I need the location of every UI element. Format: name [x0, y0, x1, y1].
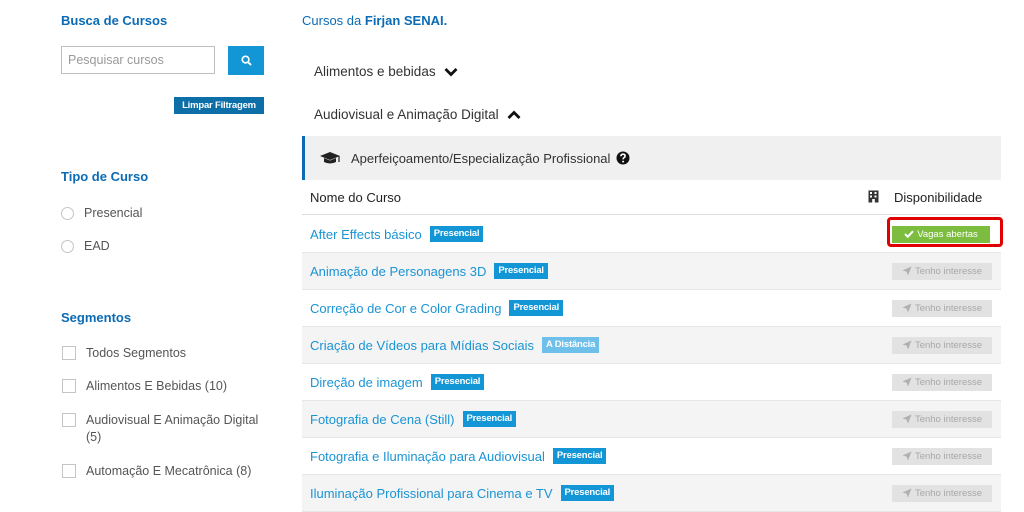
question-circle-icon[interactable]: [616, 151, 630, 165]
course-link[interactable]: Fotografia e Iluminação para Audiovisual: [310, 449, 545, 464]
button-label: Tenho interesse: [914, 302, 983, 314]
chevron-up-icon: [507, 110, 521, 120]
page-title: Cursos da Firjan SENAI.: [302, 13, 447, 28]
availability-cell: Tenho interesse: [892, 438, 996, 474]
sidebar: Busca de Cursos Limpar Filtragem Tipo de…: [0, 0, 300, 497]
category-label: Alimentos e bebidas: [314, 64, 436, 79]
modality-badge: Presencial: [429, 226, 484, 242]
search-button[interactable]: [228, 46, 264, 75]
segment-label: Alimentos E Bebidas (10): [86, 379, 228, 393]
course-link[interactable]: Direção de imagem: [310, 375, 423, 390]
button-label: Tenho interesse: [914, 265, 983, 277]
radio-label: Presencial: [84, 206, 143, 220]
interest-button[interactable]: Tenho interesse: [892, 262, 992, 280]
subcategory-header[interactable]: Aperfeiçoamento/Especialização Profissio…: [302, 136, 1001, 180]
highlight-box: [887, 217, 1003, 247]
button-label: Tenho interesse: [914, 339, 983, 351]
segment-todos[interactable]: Todos Segmentos: [62, 345, 186, 362]
table-row: Fotografia e Iluminação para Audiovisual…: [302, 438, 1001, 475]
modality-badge: Presencial: [552, 448, 607, 464]
table-row: Correção de Cor e Color Grading Presenci…: [302, 290, 1001, 327]
table-row: Animação de Personagens 3D Presencial Te…: [302, 253, 1001, 290]
table-header: Nome do Curso Disponibilidade: [302, 181, 1001, 215]
availability-cell: Tenho interesse: [892, 253, 996, 289]
segments-title: Segmentos: [61, 310, 132, 325]
radio-circle[interactable]: [61, 206, 74, 220]
paper-plane-icon: [902, 414, 912, 424]
checkbox[interactable]: [62, 413, 76, 427]
modality-badge: Presencial: [430, 374, 485, 390]
course-link[interactable]: Correção de Cor e Color Grading: [310, 301, 501, 316]
table-row: Iluminação Profissional para Cinema e TV…: [302, 475, 1001, 512]
radio-circle[interactable]: [61, 239, 74, 253]
segment-audiovisual[interactable]: Audiovisual E Animação Digital (5): [62, 412, 258, 446]
modality-badge: A Distância: [542, 337, 600, 353]
segment-label: Automação E Mecatrônica (8): [86, 464, 252, 478]
page-title-prefix: Cursos da: [302, 13, 365, 28]
button-label: Tenho interesse: [914, 450, 983, 462]
graduation-cap-icon: [319, 151, 341, 165]
checkbox[interactable]: [62, 379, 76, 393]
radio-label: EAD: [84, 239, 110, 253]
search-title: Busca de Cursos: [61, 13, 168, 28]
availability-cell: Tenho interesse: [892, 290, 996, 326]
interest-button[interactable]: Tenho interesse: [892, 373, 992, 391]
course-link[interactable]: Criação de Vídeos para Mídias Sociais: [310, 338, 534, 353]
radio-ead[interactable]: EAD: [61, 239, 110, 253]
interest-button[interactable]: Tenho interesse: [892, 410, 992, 428]
segment-label-line1: Audiovisual E Animação Digital: [86, 413, 259, 427]
course-link[interactable]: Fotografia de Cena (Still): [310, 412, 455, 427]
radio-presencial[interactable]: Presencial: [61, 206, 142, 220]
column-header-name: Nome do Curso: [310, 190, 402, 205]
clear-filter-button[interactable]: Limpar Filtragem: [174, 97, 264, 114]
course-link[interactable]: Iluminação Profissional para Cinema e TV: [310, 486, 553, 501]
chevron-down-icon: [444, 67, 458, 77]
segment-alimentos[interactable]: Alimentos E Bebidas (10): [62, 378, 227, 395]
main-content: Cursos da Firjan SENAI. Alimentos e bebi…: [302, 0, 1003, 512]
checkbox[interactable]: [62, 346, 76, 360]
search-input[interactable]: [61, 46, 215, 74]
table-row: Direção de imagem Presencial Tenho inter…: [302, 364, 1001, 401]
table-row: Fotografia de Cena (Still) Presencial Te…: [302, 401, 1001, 438]
course-link[interactable]: After Effects básico: [310, 227, 422, 242]
segment-label-line2: (5): [86, 430, 102, 444]
availability-cell: Tenho interesse: [892, 364, 996, 400]
paper-plane-icon: [902, 266, 912, 276]
paper-plane-icon: [902, 303, 912, 313]
interest-button[interactable]: Tenho interesse: [892, 336, 992, 354]
segment-label: Audiovisual E Animação Digital (5): [86, 412, 258, 446]
paper-plane-icon: [902, 377, 912, 387]
category-audiovisual[interactable]: Audiovisual e Animação Digital: [314, 107, 521, 122]
segment-label: Todos Segmentos: [86, 346, 187, 360]
category-label: Audiovisual e Animação Digital: [314, 107, 499, 122]
button-label: Tenho interesse: [914, 376, 983, 388]
column-header-availability: Disponibilidade: [894, 190, 983, 205]
subcategory-label: Aperfeiçoamento/Especialização Profissio…: [351, 150, 611, 166]
paper-plane-icon: [902, 340, 912, 350]
modality-badge: Presencial: [494, 263, 548, 279]
table-row: Criação de Vídeos para Mídias Sociais A …: [302, 327, 1001, 364]
building-icon: [868, 190, 879, 206]
interest-button[interactable]: Tenho interesse: [892, 299, 992, 317]
segment-automacao[interactable]: Automação E Mecatrônica (8): [62, 463, 251, 480]
modality-badge: Presencial: [462, 411, 517, 427]
interest-button[interactable]: Tenho interesse: [892, 447, 992, 465]
checkbox[interactable]: [62, 464, 76, 478]
availability-cell: Tenho interesse: [892, 475, 996, 511]
search-icon: [240, 55, 252, 66]
paper-plane-icon: [902, 451, 912, 461]
course-type-title: Tipo de Curso: [61, 169, 149, 184]
course-link[interactable]: Animação de Personagens 3D: [310, 264, 486, 279]
modality-badge: Presencial: [509, 300, 564, 316]
interest-button[interactable]: Tenho interesse: [892, 484, 992, 502]
button-label: Tenho interesse: [914, 413, 983, 425]
page-title-brand: Firjan SENAI.: [364, 13, 448, 28]
modality-badge: Presencial: [560, 485, 615, 501]
availability-cell: Tenho interesse: [892, 327, 996, 363]
category-alimentos[interactable]: Alimentos e bebidas: [314, 64, 458, 79]
availability-cell: Tenho interesse: [892, 401, 996, 437]
